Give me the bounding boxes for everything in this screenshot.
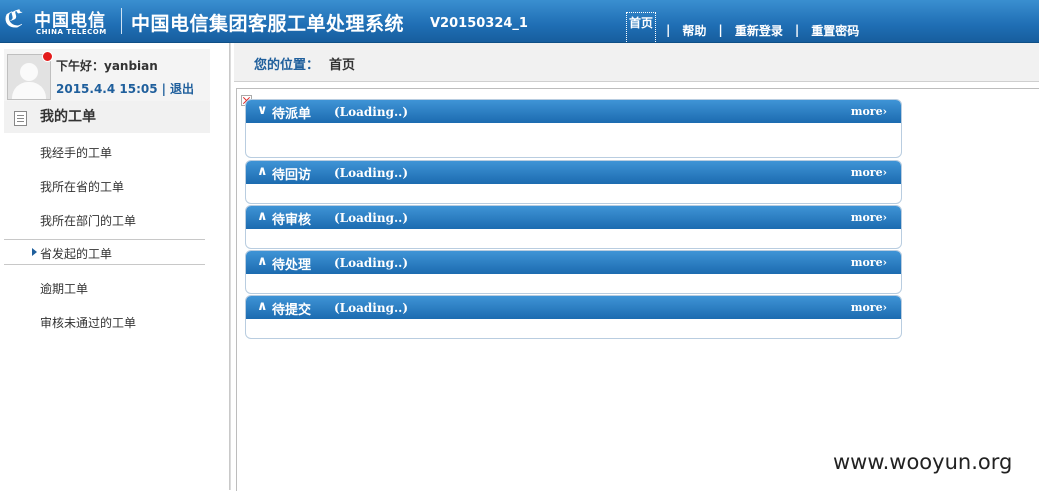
panel-title: 待处理 (272, 258, 312, 273)
sidebar-item-label: 省发起的工单 (40, 247, 113, 261)
panel-loading-status: (Loading..) (334, 256, 408, 270)
system-version: V20150324_1 (430, 16, 528, 31)
avatar-body-shape (12, 82, 46, 99)
divider: | (161, 82, 166, 96)
more-link[interactable]: more› (851, 211, 887, 224)
sidebar-item-label: 我所在部门的工单 (40, 214, 137, 228)
china-telecom-logo: ℭ 中国电信 CHINA TELECOM (4, 4, 119, 38)
sidebar-item-review-rejected[interactable]: 审核未通过的工单 (4, 309, 205, 333)
breadcrumb: 您的位置： 首页 (234, 43, 1039, 82)
sidebar-item-overdue[interactable]: 逾期工单 (4, 275, 205, 299)
more-link[interactable]: more› (851, 166, 887, 179)
panel-pending-dispatch: ∨ 待派单 (Loading..) more› (245, 99, 902, 158)
sidebar: 下午好：yanbian 2015.4.4 15:05 | 退出 我的工单 我经手的工… (0, 43, 231, 490)
sidebar-item-label: 我经手的工单 (40, 146, 113, 160)
nav-separator: | (666, 23, 671, 37)
expand-toggle-icon[interactable]: ∧ (257, 164, 268, 179)
menu-header: 我的工单 (4, 101, 210, 133)
sidebar-item-label: 我所在省的工单 (40, 180, 125, 194)
sidebar-item-label: 审核未通过的工单 (40, 316, 137, 330)
chevron-right-icon: › (882, 256, 887, 269)
sidebar-item-label: 逾期工单 (40, 282, 89, 296)
logo-english-text: CHINA TELECOM (36, 28, 107, 36)
panel-pending-submission: ∧ 待提交 (Loading..) more› (245, 295, 902, 339)
chevron-right-icon: › (882, 301, 887, 314)
more-label: more (850, 211, 883, 224)
system-title: 中国电信集团客服工单处理系统 (131, 13, 405, 35)
more-label: more (850, 301, 883, 314)
panel-loading-status: (Loading..) (334, 211, 408, 225)
login-time-row: 2015.4.4 15:05 | 退出 (56, 80, 194, 97)
panel-title: 待提交 (272, 303, 312, 318)
caret-right-icon (32, 248, 37, 256)
logout-link[interactable]: 退出 (170, 82, 194, 96)
more-link[interactable]: more› (851, 301, 887, 314)
chevron-right-icon: › (882, 166, 887, 179)
user-greeting: 下午好：yanbian (56, 59, 158, 73)
panel-title: 待回访 (272, 168, 312, 183)
sidebar-item-department[interactable]: 我所在部门的工单 (4, 207, 205, 231)
sidebar-item-province-initiated[interactable]: 省发起的工单 (4, 239, 205, 265)
sidebar-item-handled[interactable]: 我经手的工单 (4, 139, 205, 163)
more-label: more (850, 166, 883, 179)
sidebar-item-province[interactable]: 我所在省的工单 (4, 173, 205, 197)
panel-pending-callback: ∧ 待回访 (Loading..) more› (245, 160, 902, 204)
nav-separator: | (718, 23, 723, 37)
nav-reset-password-link[interactable]: 重置密码 (809, 20, 861, 41)
menu-title: 我的工单 (40, 109, 96, 125)
panel-pending-processing: ∧ 待处理 (Loading..) more› (245, 250, 902, 294)
top-header: ℭ 中国电信 CHINA TELECOM 中国电信集团客服工单处理系统 V201… (0, 0, 1039, 48)
nav-help-link[interactable]: 帮助 (680, 20, 708, 41)
watermark: www.wooyun.org (833, 450, 1013, 474)
nav-relogin-link[interactable]: 重新登录 (733, 20, 785, 41)
login-time: 2015.4.4 15:05 (56, 82, 158, 96)
panel-header[interactable]: ∧ 待处理 (Loading..) more› (246, 251, 901, 274)
list-icon (14, 111, 27, 126)
panel-loading-status: (Loading..) (334, 166, 408, 180)
breadcrumb-current: 首页 (329, 58, 356, 73)
panel-header[interactable]: ∧ 待提交 (Loading..) more› (246, 296, 901, 319)
more-link[interactable]: more› (851, 105, 887, 118)
panel-title: 待审核 (272, 213, 312, 228)
breadcrumb-label: 您的位置： (254, 58, 320, 73)
expand-toggle-icon[interactable]: ∧ (257, 299, 268, 314)
telecom-swirl-icon: ℭ (4, 5, 24, 33)
panel-header[interactable]: ∧ 待回访 (Loading..) more› (246, 161, 901, 184)
panel-header[interactable]: ∨ 待派单 (Loading..) more› (246, 100, 901, 123)
expand-toggle-icon[interactable]: ∧ (257, 254, 268, 269)
chevron-right-icon: › (882, 211, 887, 224)
user-info: 下午好：yanbian 2015.4.4 15:05 | 退出 (4, 49, 210, 105)
panel-title: 待派单 (272, 107, 312, 122)
panel-loading-status: (Loading..) (334, 301, 408, 315)
header-divider (121, 8, 122, 34)
panel-loading-status: (Loading..) (334, 105, 408, 119)
chevron-right-icon: › (882, 105, 887, 118)
notification-dot-icon (42, 51, 53, 62)
expand-toggle-icon[interactable]: ∧ (257, 209, 268, 224)
more-label: more (850, 256, 883, 269)
nav-separator: | (794, 23, 800, 37)
more-label: more (850, 105, 883, 118)
panel-header[interactable]: ∧ 待审核 (Loading..) more› (246, 206, 901, 229)
more-link[interactable]: more› (851, 256, 887, 269)
collapse-toggle-icon[interactable]: ∨ (257, 103, 268, 118)
panel-pending-review: ∧ 待审核 (Loading..) more› (245, 205, 902, 249)
avatar-head-shape (20, 63, 38, 81)
